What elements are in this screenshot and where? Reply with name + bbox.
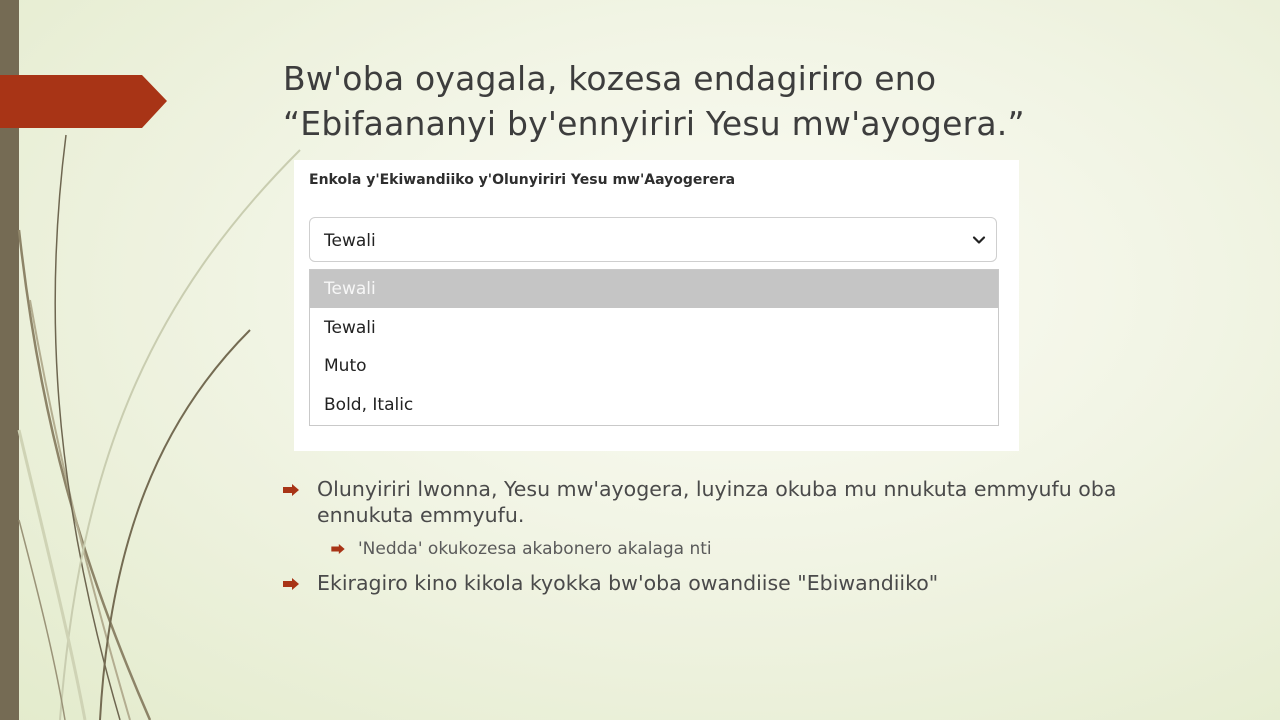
settings-panel-screenshot: Enkola y'Ekiwandiiko y'Olunyiriri Yesu m…: [294, 160, 1019, 451]
select-option[interactable]: Tewali: [310, 309, 998, 347]
bullet-item: Ekiragiro kino kikola kyokka bw'oba owan…: [283, 570, 1193, 596]
select-options-list: Tewali Tewali Muto Bold, Italic: [309, 269, 999, 426]
bullet-text: Ekiragiro kino kikola kyokka bw'oba owan…: [317, 571, 939, 595]
arrow-bullet-icon: [331, 544, 345, 554]
arrow-bullet-icon: [283, 578, 299, 590]
bullet-item: Olunyiriri lwonna, Yesu mw'ayogera, luyi…: [283, 476, 1193, 528]
select-option[interactable]: Tewali: [310, 270, 998, 308]
select-current-value: Tewali: [324, 231, 376, 251]
chevron-down-icon: [972, 236, 986, 244]
select-option[interactable]: Bold, Italic: [310, 386, 998, 424]
bullet-text: 'Nedda' okukozesa akabonero akalaga nti: [358, 539, 712, 559]
select-option[interactable]: Muto: [310, 347, 998, 385]
bullet-text: Olunyiriri lwonna, Yesu mw'ayogera, luyi…: [317, 477, 1117, 527]
accent-flag: [0, 75, 167, 128]
style-select[interactable]: Tewali: [309, 217, 997, 262]
arrow-bullet-icon: [283, 484, 299, 496]
slide-title: Bw'oba oyagala, kozesa endagiriro eno “E…: [283, 56, 1243, 146]
title-line-1: Bw'oba oyagala, kozesa endagiriro eno: [283, 59, 937, 98]
sub-bullet-item: 'Nedda' okukozesa akabonero akalaga nti: [283, 537, 1193, 561]
bullet-list: Olunyiriri lwonna, Yesu mw'ayogera, luyi…: [283, 476, 1193, 605]
title-line-2: “Ebifaananyi by'ennyiriri Yesu mw'ayoger…: [283, 104, 1025, 143]
setting-label: Enkola y'Ekiwandiiko y'Olunyiriri Yesu m…: [309, 172, 736, 188]
